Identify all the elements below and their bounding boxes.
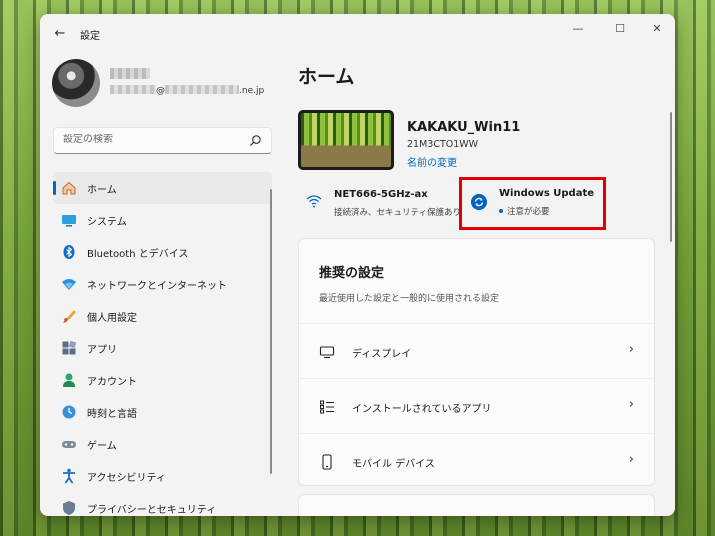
back-button[interactable]: ← bbox=[52, 26, 68, 42]
recommended-row-installed-apps[interactable]: インストールされているアプリ › bbox=[299, 378, 654, 433]
chevron-right-icon: › bbox=[628, 452, 634, 467]
user-email: @ .ne.jp bbox=[110, 85, 264, 96]
sidebar-item-label: Bluetooth とデバイス bbox=[87, 249, 189, 260]
window-title: 設定 bbox=[80, 31, 100, 42]
sidebar-item-apps[interactable]: アプリ bbox=[53, 332, 272, 364]
network-status: 接続済み、セキュリティ保護あり bbox=[334, 208, 461, 218]
home-icon bbox=[62, 181, 76, 195]
status-dot-icon bbox=[499, 209, 503, 213]
search-icon[interactable] bbox=[249, 134, 262, 147]
sidebar-scrollbar[interactable] bbox=[270, 189, 272, 474]
sidebar-item-bluetooth[interactable]: Bluetooth とデバイス bbox=[53, 236, 272, 268]
recommended-title: 推奨の設定 bbox=[319, 266, 385, 281]
rename-link[interactable]: 名前の変更 bbox=[407, 154, 457, 169]
display-icon bbox=[319, 346, 335, 359]
network-icon bbox=[62, 279, 76, 290]
sidebar-item-label: アカウント bbox=[87, 377, 137, 388]
sidebar-item-personalization[interactable]: 個人用設定 bbox=[53, 300, 272, 332]
recommended-row-label: インストールされているアプリ bbox=[352, 404, 492, 415]
sidebar-item-gaming[interactable]: ゲーム bbox=[53, 428, 272, 460]
recommended-row-mobile-devices[interactable]: モバイル デバイス › bbox=[299, 433, 654, 485]
accessibility-icon bbox=[63, 468, 75, 484]
email-suffix: .ne.jp bbox=[239, 86, 265, 96]
chevron-right-icon: › bbox=[628, 342, 634, 357]
sidebar-item-system[interactable]: システム bbox=[53, 204, 272, 236]
recommended-row-label: ディスプレイ bbox=[352, 349, 412, 360]
account-icon bbox=[63, 373, 75, 387]
sidebar-item-label: アプリ bbox=[87, 345, 117, 356]
search-input[interactable] bbox=[63, 134, 243, 145]
user-name-masked bbox=[110, 68, 150, 79]
network-name[interactable]: NET666-5GHz-ax bbox=[334, 189, 428, 200]
sidebar-nav: ホーム システム Bluetooth とデバイス ネットワークとインターネット bbox=[53, 172, 272, 516]
email-domain-mask bbox=[165, 85, 239, 94]
sidebar-item-time-language[interactable]: 時刻と言語 bbox=[53, 396, 272, 428]
windows-update-title[interactable]: Windows Update bbox=[499, 188, 594, 199]
sidebar-item-label: 時刻と言語 bbox=[87, 409, 137, 420]
windows-update-status-text: 注意が必要 bbox=[507, 207, 550, 217]
gaming-icon bbox=[62, 441, 76, 448]
sidebar-item-label: ネットワークとインターネット bbox=[87, 281, 227, 292]
next-card-partial bbox=[298, 494, 655, 516]
main-scrollbar[interactable] bbox=[670, 112, 672, 242]
windows-update-status: 注意が必要 bbox=[499, 205, 550, 217]
sidebar-item-home[interactable]: ホーム bbox=[53, 172, 272, 204]
sidebar-item-label: 個人用設定 bbox=[87, 313, 137, 324]
wifi-icon bbox=[306, 195, 322, 208]
settings-window: ← 設定 — ☐ ✕ @ .ne.jp ホーム システム bbox=[40, 14, 675, 516]
sidebar-item-network[interactable]: ネットワークとインターネット bbox=[53, 268, 272, 300]
sidebar-item-account[interactable]: アカウント bbox=[53, 364, 272, 396]
device-wallpaper-thumbnail bbox=[298, 110, 394, 170]
personalization-icon bbox=[63, 310, 76, 323]
device-model: 21M3CTO1WW bbox=[407, 139, 479, 150]
email-mask bbox=[110, 85, 156, 94]
bluetooth-icon bbox=[63, 245, 75, 259]
sidebar-item-accessibility[interactable]: アクセシビリティ bbox=[53, 460, 272, 492]
sidebar-item-label: ホーム bbox=[87, 185, 117, 196]
search-box[interactable] bbox=[53, 127, 272, 154]
time-language-icon bbox=[62, 405, 76, 419]
recommended-subtitle: 最近使用した設定と一般的に使用される設定 bbox=[319, 294, 500, 304]
sidebar-item-label: システム bbox=[87, 217, 127, 228]
system-icon bbox=[62, 215, 76, 227]
sidebar-item-label: プライバシーとセキュリティ bbox=[87, 505, 217, 516]
sidebar-item-label: ゲーム bbox=[87, 441, 117, 452]
recommended-row-label: モバイル デバイス bbox=[352, 459, 435, 470]
privacy-icon bbox=[63, 501, 75, 515]
title-bar: ← 設定 — ☐ ✕ bbox=[40, 14, 675, 54]
sidebar-item-label: アクセシビリティ bbox=[87, 473, 166, 484]
mobile-device-icon bbox=[322, 454, 332, 470]
apps-icon bbox=[62, 340, 77, 355]
installed-apps-icon bbox=[320, 400, 334, 414]
email-at: @ bbox=[156, 86, 165, 96]
windows-update-icon[interactable] bbox=[471, 194, 487, 210]
recommended-settings-card: 推奨の設定 最近使用した設定と一般的に使用される設定 ディスプレイ › インスト… bbox=[298, 238, 655, 486]
device-name: KAKAKU_Win11 bbox=[407, 120, 521, 135]
close-button[interactable]: ✕ bbox=[645, 20, 669, 38]
chevron-right-icon: › bbox=[628, 397, 634, 412]
minimize-button[interactable]: — bbox=[566, 20, 590, 38]
sidebar-item-privacy[interactable]: プライバシーとセキュリティ bbox=[53, 492, 272, 516]
avatar[interactable] bbox=[52, 59, 100, 107]
page-title: ホーム bbox=[298, 66, 355, 88]
recommended-row-display[interactable]: ディスプレイ › bbox=[299, 323, 654, 378]
maximize-button[interactable]: ☐ bbox=[608, 20, 632, 38]
